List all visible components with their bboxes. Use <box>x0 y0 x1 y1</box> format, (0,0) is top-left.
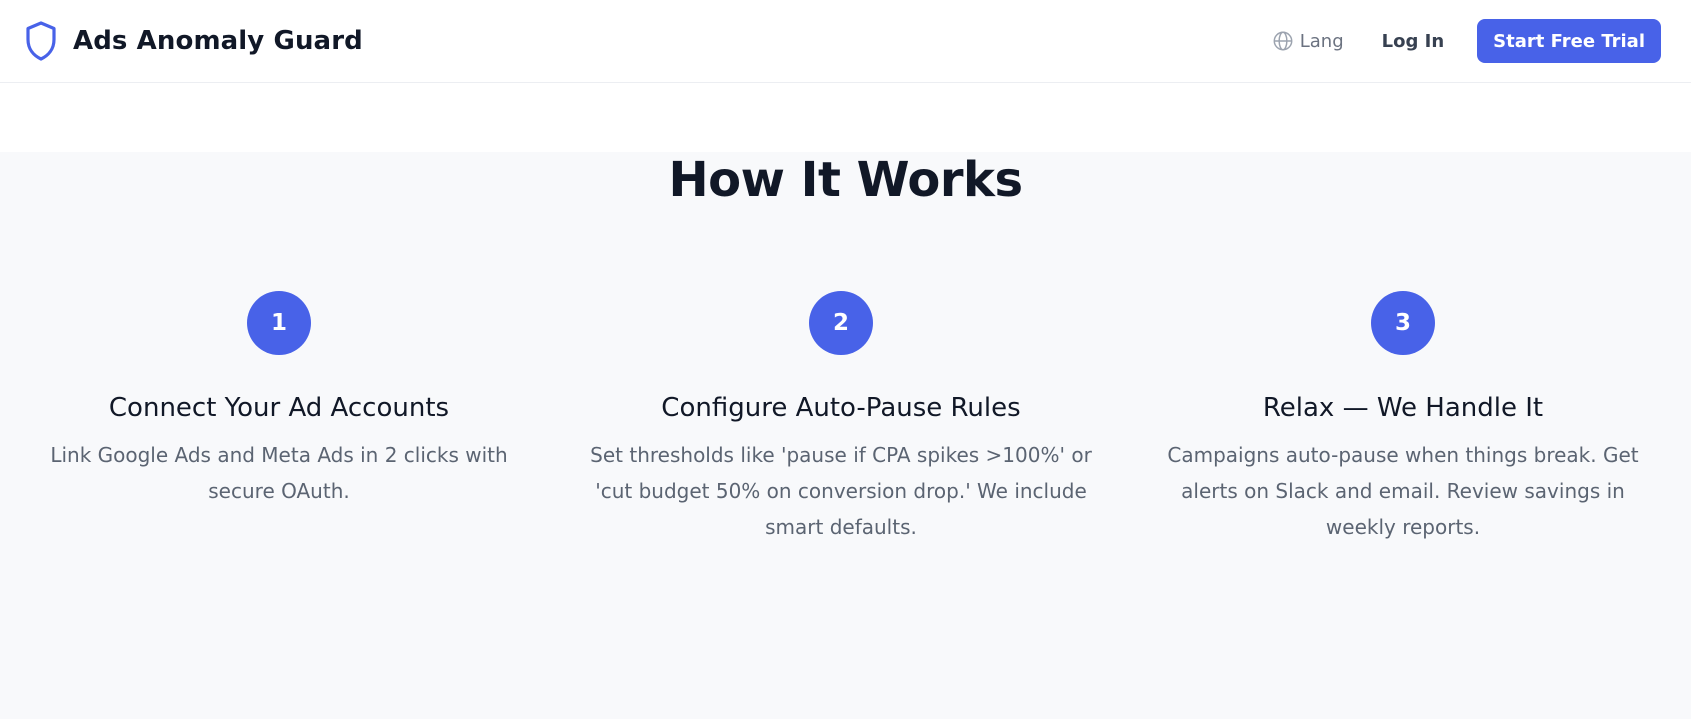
step-description: Campaigns auto-pause when things break. … <box>1167 443 1639 539</box>
step-description: Link Google Ads and Meta Ads in 2 clicks… <box>50 443 508 503</box>
section-title: How It Works <box>668 152 1023 208</box>
brand-logo-link[interactable]: Ads Anomaly Guard <box>24 20 363 62</box>
step-card-2: 2 Configure Auto-Pause Rules Set thresho… <box>581 291 1101 545</box>
step-card-3: 3 Relax — We Handle It Campaigns auto-pa… <box>1143 291 1663 545</box>
globe-icon <box>1273 31 1293 51</box>
step-title: Relax — We Handle It <box>1262 393 1544 423</box>
language-selector[interactable]: Lang <box>1272 30 1344 52</box>
shield-icon <box>26 21 56 61</box>
step-number-badge: 2 <box>809 291 873 355</box>
header-nav: Lang Log In Start Free Trial <box>1272 19 1661 63</box>
step-card-1: 1 Connect Your Ad Accounts Link Google A… <box>19 291 539 509</box>
step-title: Connect Your Ad Accounts <box>108 393 450 423</box>
step-number-badge: 1 <box>247 291 311 355</box>
brand-name: Ads Anomaly Guard <box>73 26 363 56</box>
step-description: Set thresholds like 'pause if CPA spikes… <box>590 443 1092 539</box>
step-title: Configure Auto-Pause Rules <box>661 393 1021 423</box>
language-label: Lang <box>1299 30 1344 52</box>
site-header: Ads Anomaly Guard Lang Log In Start Free… <box>0 0 1691 83</box>
start-free-trial-button[interactable]: Start Free Trial <box>1477 19 1661 63</box>
login-link[interactable]: Log In <box>1382 31 1445 52</box>
step-number-badge: 3 <box>1371 291 1435 355</box>
